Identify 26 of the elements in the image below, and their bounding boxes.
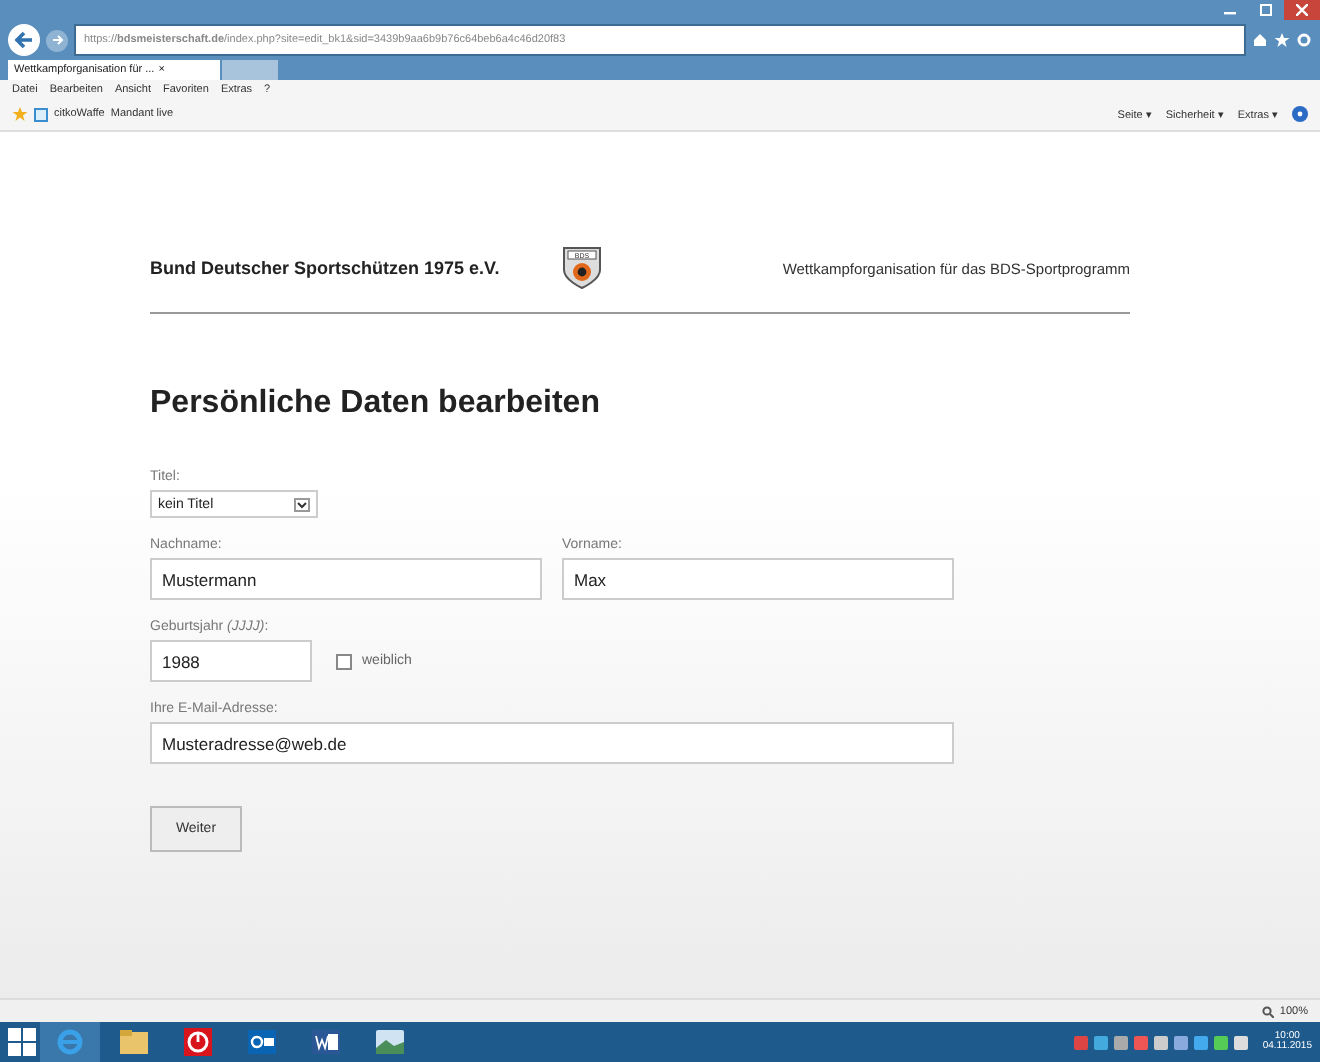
document-app-icon[interactable] xyxy=(312,1030,340,1054)
firstname-input[interactable]: Max xyxy=(562,558,954,600)
email-input[interactable]: Musteradresse@web.de xyxy=(150,722,954,764)
organisation-name: Bund Deutscher Sportschützen 1975 e.V. xyxy=(150,258,502,278)
picture-app-icon[interactable] xyxy=(376,1030,404,1054)
folder-icon[interactable] xyxy=(120,1030,148,1054)
checkbox[interactable] xyxy=(336,653,352,669)
maximize-icon xyxy=(1260,4,1272,16)
forward-arrow-icon xyxy=(51,34,63,46)
lastname-input[interactable]: Mustermann xyxy=(150,558,542,600)
close-button[interactable] xyxy=(1284,0,1320,20)
dropdown-arrow-icon xyxy=(294,497,310,511)
power-circle-icon[interactable] xyxy=(184,1028,212,1056)
birthyear-input[interactable]: 1988 xyxy=(150,640,312,682)
back-arrow-icon xyxy=(14,30,34,50)
star-icon[interactable] xyxy=(12,106,28,122)
mail-app-icon[interactable] xyxy=(248,1030,276,1054)
page-heading: Persönliche Daten bearbeiten xyxy=(150,386,602,422)
home-icon[interactable] xyxy=(1252,32,1268,48)
forward-button[interactable] xyxy=(46,29,68,51)
windows-start-icon[interactable] xyxy=(8,1028,36,1056)
page-icon xyxy=(34,107,48,121)
star-icon[interactable] xyxy=(1274,32,1290,48)
back-button[interactable] xyxy=(8,24,40,56)
zoom-icon xyxy=(1261,1005,1274,1017)
close-icon xyxy=(1296,4,1308,16)
